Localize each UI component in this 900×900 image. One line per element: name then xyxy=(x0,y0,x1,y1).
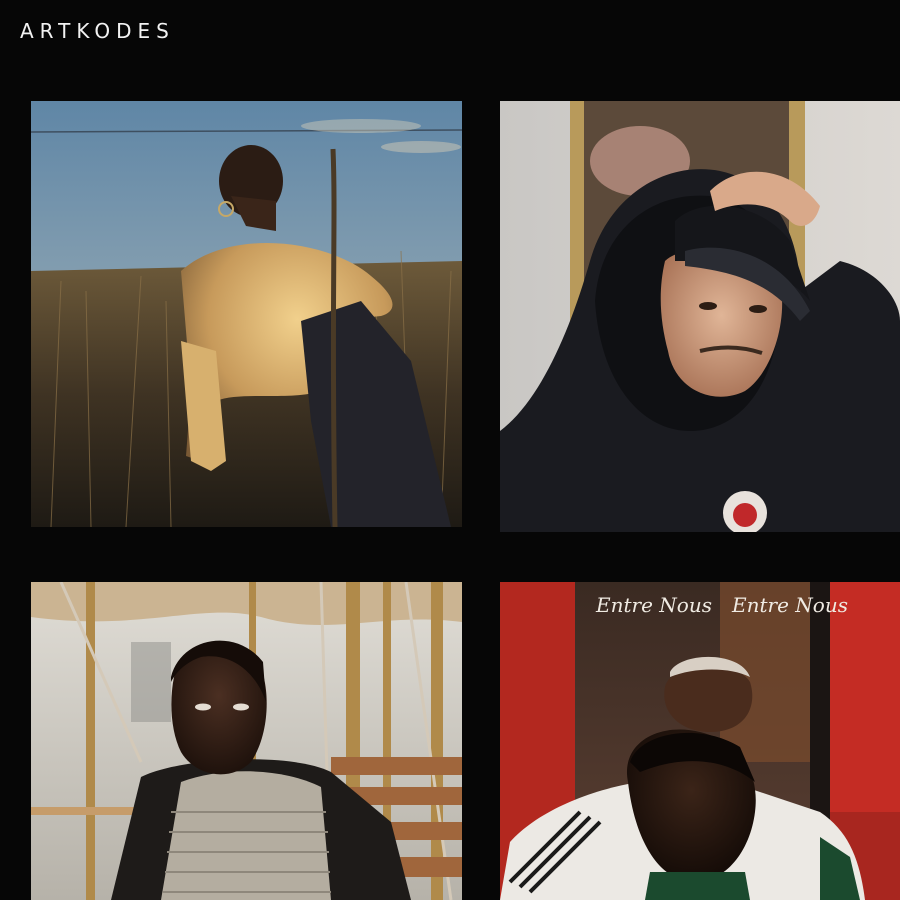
gallery-page: ARTKODES Entre Nous Entre Nous xyxy=(0,0,900,900)
storefront-sign-left: Entre Nous xyxy=(595,593,712,617)
storefront-sign-right: Entre Nous xyxy=(731,593,848,617)
gallery-photo-2[interactable] xyxy=(500,101,900,532)
photo-carousel-portrait xyxy=(31,582,462,900)
photo-hoodie-portrait xyxy=(500,101,900,532)
photo-storefront-portrait: Entre Nous Entre Nous xyxy=(500,582,900,900)
photo-field-portrait xyxy=(31,101,462,527)
gallery-photo-1[interactable] xyxy=(31,101,462,527)
brand-logo[interactable]: ARTKODES xyxy=(20,19,175,43)
gallery-photo-4[interactable]: Entre Nous Entre Nous xyxy=(500,582,900,900)
gallery-photo-3[interactable] xyxy=(31,582,462,900)
